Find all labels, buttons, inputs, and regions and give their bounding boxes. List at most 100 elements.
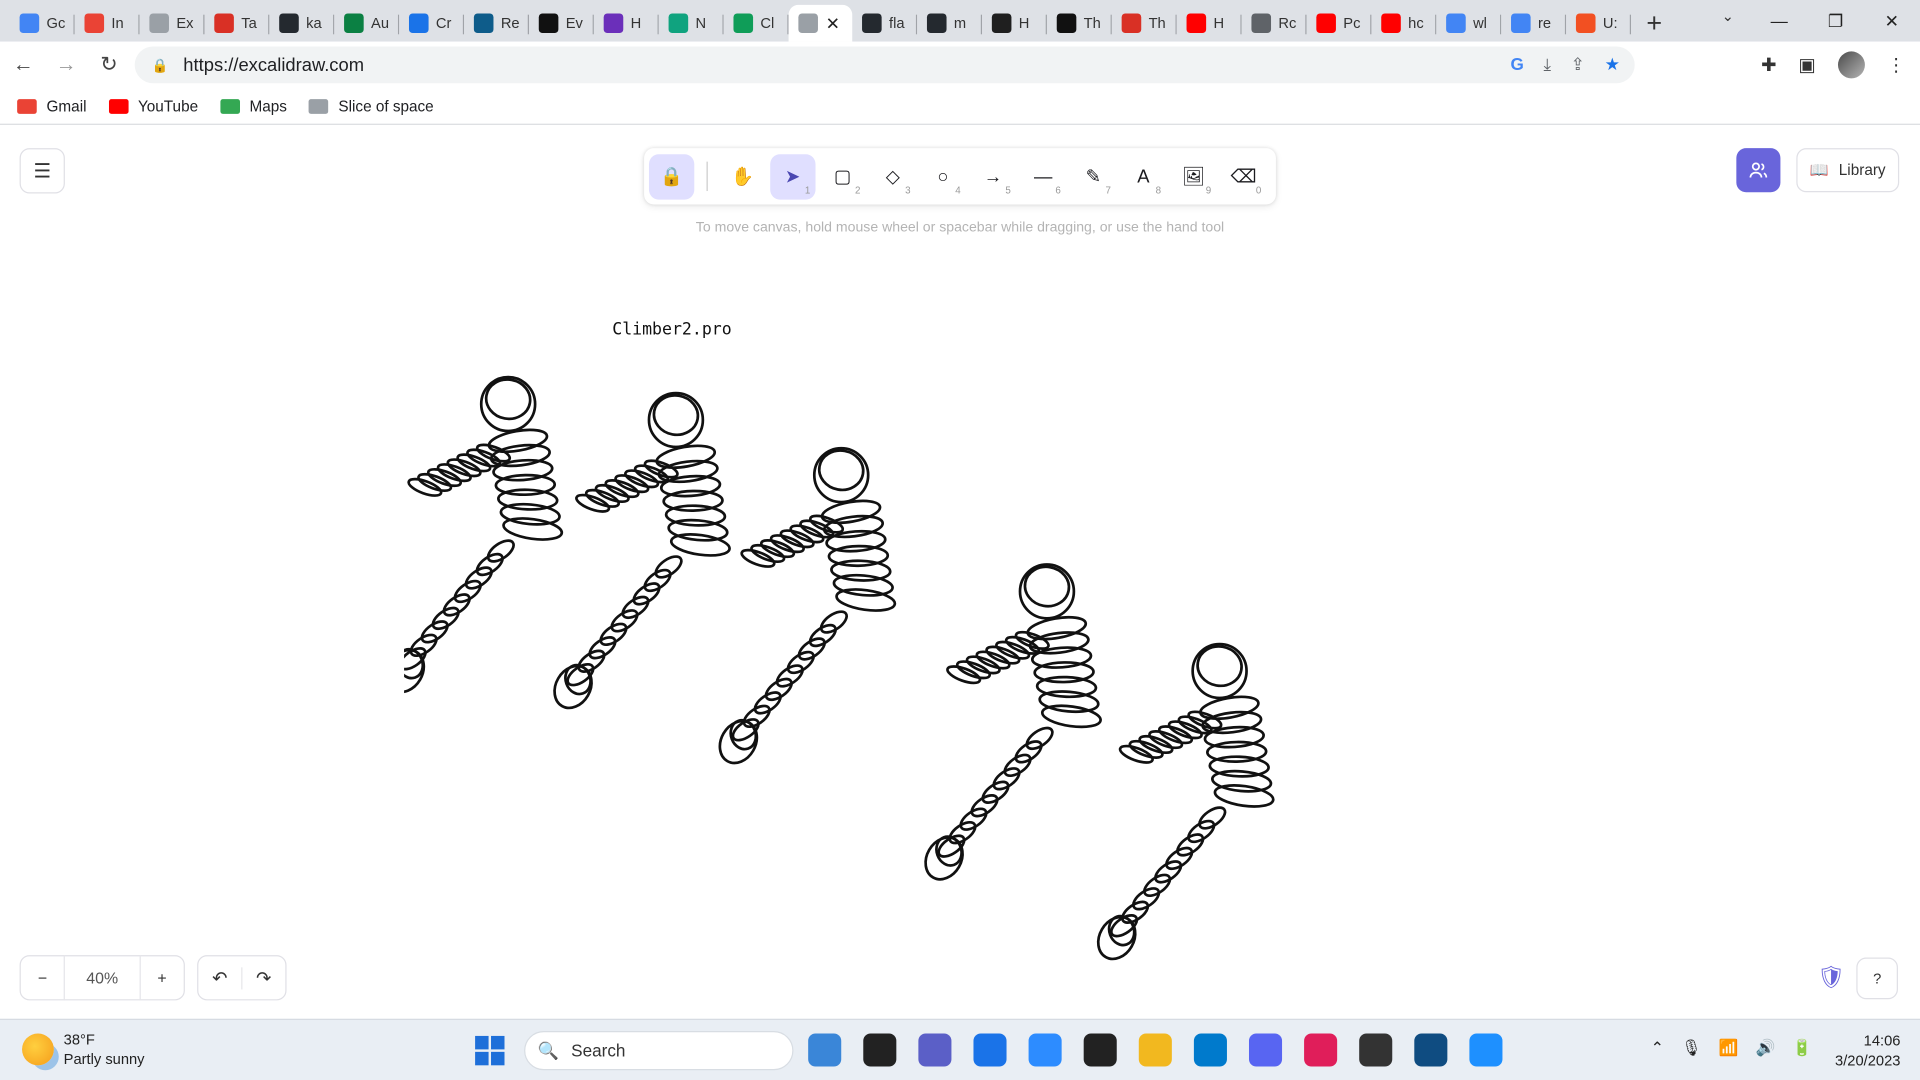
browser-tab[interactable]: H [1177,5,1242,42]
browser-tab[interactable]: ka [269,5,335,42]
browser-tab[interactable]: U: [1566,5,1632,42]
browser-tab[interactable]: Th [1112,5,1177,42]
tool-lock[interactable]: 🔒 [648,153,695,199]
tab-favicon-icon [538,13,559,34]
zoom-level-reset[interactable]: 40% [64,955,141,1001]
new-tab-button[interactable]: + [1636,5,1673,42]
undo-button[interactable]: ↶ [198,967,241,989]
taskbar-app-icon[interactable] [1414,1033,1448,1067]
browser-tab[interactable]: Ta [204,5,270,42]
taskbar-app-icon[interactable] [1304,1033,1338,1067]
taskbar-app-icon[interactable] [1138,1033,1172,1067]
tab-favicon-icon [408,13,429,34]
tool-ellipse[interactable]: ○ 4 [920,154,965,199]
browser-tab[interactable]: re [1501,5,1567,42]
bookmark-item[interactable]: Gmail [17,97,87,114]
zoom-in-button[interactable]: + [140,969,183,987]
close-window-icon[interactable]: ✕ [1864,0,1920,42]
zoom-out-button[interactable]: − [21,969,64,987]
weather-widget[interactable]: 38°F Partly sunny [22,1030,145,1069]
more-menu-icon[interactable]: ⋮ [1887,54,1905,76]
bookmark-item[interactable]: Maps [220,97,287,114]
taskbar-app-icon[interactable] [808,1033,842,1067]
browser-tab[interactable]: Ex [140,5,205,42]
tab-search-chevron-icon[interactable]: ⌄ [1722,7,1734,24]
sketch-foot [924,836,964,881]
encryption-shield-icon[interactable]: 🛡 [1817,965,1845,991]
tool-diamond[interactable]: ◇ 3 [870,154,915,199]
volume-icon[interactable]: 🔊 [1755,1038,1775,1058]
browser-tab[interactable]: Cr [399,5,465,42]
browser-tab[interactable]: H [594,5,659,42]
microphone-icon[interactable]: 🎙 [1681,1038,1701,1058]
tool-selection[interactable]: ➤ 1 [770,153,816,199]
browser-tab[interactable]: wl [1436,5,1502,42]
tool-rectangle[interactable]: ▢ 2 [820,154,865,199]
library-button[interactable]: 📖 Library [1796,148,1900,193]
back-icon[interactable]: ← [4,53,43,77]
browser-tab[interactable]: Rc [1242,5,1307,42]
browser-tab[interactable]: hc [1371,5,1437,42]
sketch-arm [1167,720,1203,740]
sketch-arm [1128,739,1164,759]
browser-tab[interactable]: Gc [10,5,75,42]
minimize-icon[interactable]: — [1751,0,1807,42]
google-icon[interactable]: G [1511,54,1524,75]
taskbar-app-icon[interactable] [1359,1033,1393,1067]
collaborate-button[interactable] [1736,148,1781,193]
chevron-up-icon[interactable]: ⌃ [1651,1038,1664,1058]
bookmark-star-icon[interactable]: ★ [1605,54,1620,75]
main-menu-button[interactable]: ☰ [19,148,65,194]
taskbar-app-icon[interactable] [973,1033,1007,1067]
browser-tab[interactable]: H [982,5,1047,42]
excalidraw-canvas[interactable]: ☰ 🔒 ✋ ➤ 1 ▢ 2 ◇ 3 ○ 4 → 5—6 ✎ 7 A 8 🖼 9 ⌫ 0 To move canvas,… [0,126,1920,1019]
forward-icon[interactable]: → [47,53,86,77]
reload-icon[interactable]: ↻ [89,53,128,77]
tool-eraser[interactable]: ⌫ 0 [1221,154,1266,199]
clock[interactable]: 14:06 3/20/2023 [1822,1031,1900,1070]
share-icon[interactable]: ⇪ [1571,54,1585,75]
climber-sketch-drawing[interactable] [404,359,1286,983]
browser-tab[interactable]: Pc [1307,5,1372,42]
canvas-text-element[interactable]: Climber2.pro [612,320,731,340]
restore-icon[interactable]: ❐ [1807,0,1863,42]
taskbar-search[interactable]: 🔍 Search [524,1031,794,1071]
wifi-icon[interactable]: 📶 [1718,1038,1738,1058]
profile-avatar[interactable] [1837,51,1865,79]
taskbar-app-icon[interactable] [1248,1033,1283,1067]
help-button[interactable]: ? [1856,957,1898,1000]
redo-button[interactable]: ↷ [241,966,285,989]
battery-icon[interactable]: 🔋 [1792,1038,1812,1058]
tool-text[interactable]: A8 [1121,154,1166,199]
extensions-icon[interactable]: ✚ [1761,54,1776,76]
taskbar-app-icon[interactable] [1028,1033,1062,1067]
close-tab-icon[interactable]: ✕ [826,13,840,34]
browser-tab[interactable]: fla [852,5,918,42]
taskbar-app-icon[interactable] [1193,1033,1227,1067]
tool-draw[interactable]: ✎ 7 [1071,154,1116,199]
browser-tab[interactable]: m [917,5,983,42]
tool-image[interactable]: 🖼 9 [1171,154,1216,199]
lock-icon[interactable]: 🔒 [152,57,169,73]
tool-line[interactable]: —6 [1021,154,1066,199]
browser-tab[interactable]: In [75,5,140,42]
tool-hand[interactable]: ✋ [720,154,765,199]
tool-arrow[interactable]: → 5 [970,154,1015,199]
bookmark-item[interactable]: YouTube [108,97,198,114]
taskbar-app-icon[interactable] [918,1033,952,1067]
side-panel-icon[interactable]: ▣ [1799,54,1816,76]
browser-tab[interactable]: Au [334,5,400,42]
browser-tab[interactable]: Ev [529,5,594,42]
browser-tab[interactable]: N [659,5,724,42]
address-bar[interactable]: 🔒 https://excalidraw.com G ⤓ ⇪ ★ [134,46,1635,84]
browser-tab[interactable]: Cl [724,5,789,42]
taskbar-app-icon[interactable] [1469,1033,1503,1067]
windows-start-icon[interactable] [475,1035,505,1066]
bookmark-item[interactable]: Slice of space [309,97,434,114]
browser-tab[interactable]: Th [1047,5,1112,42]
install-icon[interactable]: ⤓ [1543,54,1551,75]
browser-tab[interactable]: Re [464,5,529,42]
taskbar-app-icon[interactable] [863,1033,897,1067]
taskbar-app-icon[interactable] [1083,1033,1117,1067]
browser-tab[interactable]: ✕ [788,4,853,42]
